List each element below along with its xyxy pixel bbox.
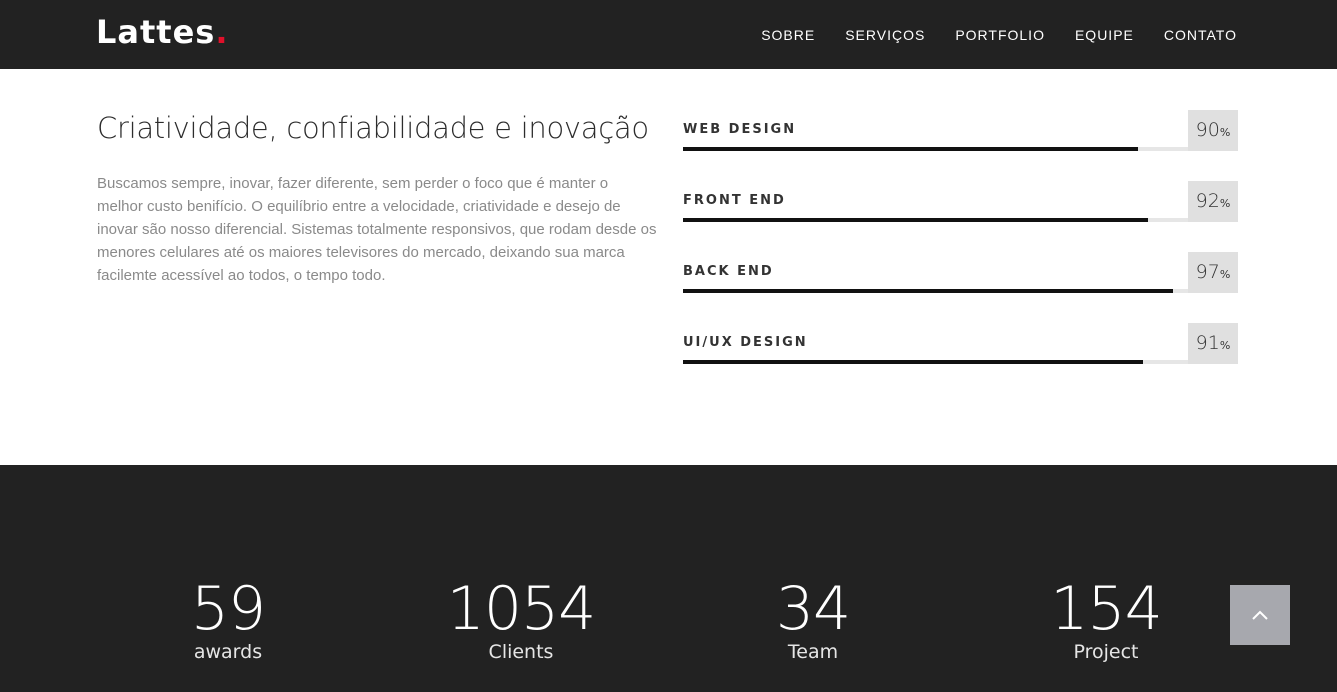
brand-logo[interactable]: Lattes.: [96, 12, 228, 52]
stat-label: awards: [193, 641, 263, 663]
stats-section: 59 awards 1054 Clients 34 Team 154 Proje…: [0, 465, 1337, 692]
skill-progress-bar: [683, 147, 1138, 151]
percent-sign: %: [1219, 339, 1231, 352]
skill-percent-badge: 91%: [1188, 323, 1238, 364]
skill-percent-value: 97: [1195, 261, 1220, 283]
skill-percent-badge: 97%: [1188, 252, 1238, 293]
skill-track: [683, 360, 1188, 364]
stat-clients: 1054 Clients: [421, 575, 621, 664]
stat-team: 34 Team: [713, 575, 913, 664]
stat-number: 154: [1050, 574, 1163, 644]
skill-ui-ux-design: UI/UX DESIGN 91%: [683, 323, 1238, 364]
skill-progress-bar: [683, 360, 1143, 364]
skill-label: UI/UX DESIGN: [683, 335, 808, 350]
stat-label: Team: [787, 641, 839, 663]
skill-percent-value: 92: [1195, 190, 1220, 212]
skill-track: [683, 289, 1188, 293]
skill-percent-badge: 92%: [1188, 181, 1238, 222]
skill-percent-value: 91: [1195, 332, 1220, 354]
nav-menu: SOBRE SERVIÇOS PORTFOLIO EQUIPE CONTATO: [731, 0, 1237, 69]
brand-name: Lattes: [96, 13, 216, 51]
brand-dot: .: [215, 13, 229, 51]
stat-number: 1054: [446, 574, 597, 644]
navbar: Lattes. SOBRE SERVIÇOS PORTFOLIO EQUIPE …: [0, 0, 1337, 69]
stat-label: Project: [1073, 641, 1139, 663]
nav-item-contato[interactable]: CONTATO: [1164, 27, 1237, 43]
skill-label: BACK END: [683, 264, 774, 279]
skill-percent-badge: 90%: [1188, 110, 1238, 151]
percent-sign: %: [1219, 268, 1231, 281]
back-to-top-button[interactable]: [1230, 585, 1290, 645]
skills-list: WEB DESIGN 90% FRONT END 92% BACK END 97…: [683, 110, 1238, 394]
nav-item-sobre[interactable]: SOBRE: [761, 27, 815, 43]
skill-web-design: WEB DESIGN 90%: [683, 110, 1238, 151]
stat-project: 154 Project: [1006, 575, 1206, 664]
stat-number: 34: [775, 574, 851, 644]
skill-back-end: BACK END 97%: [683, 252, 1238, 293]
percent-sign: %: [1219, 126, 1231, 139]
percent-sign: %: [1219, 197, 1231, 210]
nav-item-portfolio[interactable]: PORTFOLIO: [955, 27, 1045, 43]
skill-label: FRONT END: [683, 193, 786, 208]
skill-front-end: FRONT END 92%: [683, 181, 1238, 222]
nav-item-servicos[interactable]: SERVIÇOS: [845, 27, 925, 43]
about-text: Buscamos sempre, inovar, fazer diferente…: [97, 175, 657, 284]
nav-item-equipe[interactable]: EQUIPE: [1075, 27, 1134, 43]
stat-number: 59: [190, 574, 266, 644]
skill-percent-value: 90: [1195, 119, 1220, 141]
skill-track: [683, 218, 1188, 222]
stat-awards: 59 awards: [128, 575, 328, 664]
skill-track: [683, 147, 1188, 151]
about-heading: Criatividade, confiabilidade e inovação: [97, 111, 649, 145]
skill-progress-bar: [683, 289, 1173, 293]
chevron-up-icon: [1252, 610, 1268, 620]
skill-progress-bar: [683, 218, 1148, 222]
skill-label: WEB DESIGN: [683, 122, 797, 137]
